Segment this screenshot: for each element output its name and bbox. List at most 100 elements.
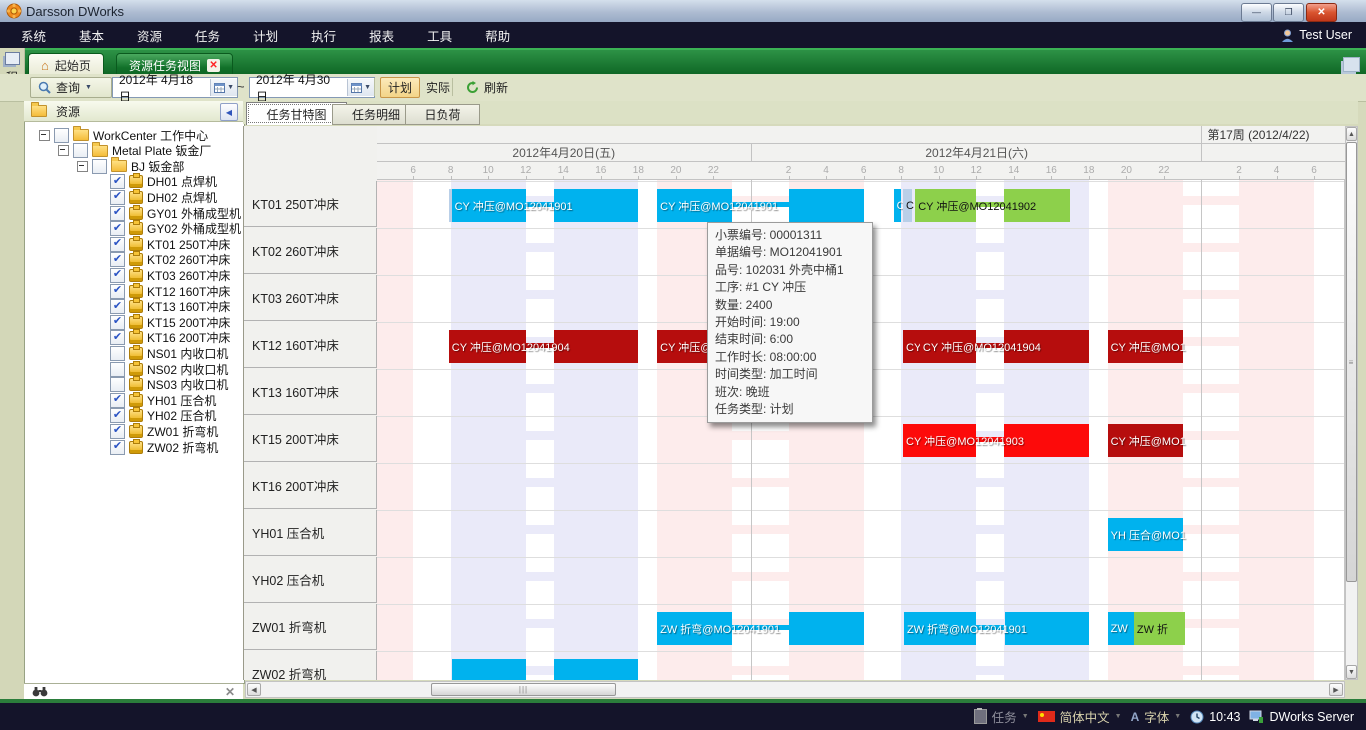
calendar-dropdown[interactable]: ▼	[347, 79, 374, 96]
task-bar[interactable]	[554, 330, 638, 363]
tree-item-YH01[interactable]: ✔YH01 压合机	[110, 392, 216, 408]
tree-item-GY02[interactable]: ✔GY02 外桶成型机	[110, 221, 241, 237]
status-font-dropdown[interactable]: A 字体 ▼	[1131, 707, 1182, 726]
refresh-button[interactable]: 刷新	[458, 77, 516, 98]
task-bar[interactable]	[554, 189, 638, 222]
tree-item-KT13[interactable]: ✔KT13 160T冲床	[110, 299, 230, 315]
vertical-scroll-thumb[interactable]: ≡	[1346, 142, 1357, 582]
tree-item-KT15[interactable]: ✔KT15 200T冲床	[110, 314, 230, 330]
tree-checkbox[interactable]: ✔	[110, 174, 125, 189]
tree-checkbox[interactable]	[92, 159, 107, 174]
task-bar[interactable]	[452, 189, 526, 222]
status-task-dropdown[interactable]: 任务 ▼	[974, 707, 1029, 726]
task-bar[interactable]	[657, 189, 732, 222]
tree-item-YH02[interactable]: ✔YH02 压合机	[110, 408, 216, 424]
task-bar[interactable]	[1108, 518, 1183, 551]
gantt-row-label[interactable]: KT01 250T冲床	[244, 181, 377, 227]
menu-item-任务[interactable]: 任务	[183, 26, 232, 45]
tree-checkbox[interactable]: ✔	[110, 284, 125, 299]
query-button[interactable]: 查询 ▼	[30, 77, 112, 98]
user-menu[interactable]: Test User	[1281, 22, 1352, 48]
clear-find-icon[interactable]: ✕	[225, 685, 235, 699]
expander-icon[interactable]	[58, 145, 69, 156]
tree-item-KT01[interactable]: ✔KT01 250T冲床	[110, 236, 230, 252]
collapse-panel-button[interactable]: ◀	[220, 103, 238, 121]
gantt-row-label[interactable]: KT03 260T冲床	[244, 275, 377, 321]
tree-checkbox[interactable]: ✔	[110, 252, 125, 267]
tree-checkbox[interactable]: ✔	[110, 268, 125, 283]
tree-checkbox[interactable]: ✔	[110, 440, 125, 455]
plan-toggle-button[interactable]: 计划	[380, 77, 420, 98]
tree-checkbox[interactable]	[110, 362, 125, 377]
tree-item-KT16[interactable]: ✔KT16 200T冲床	[110, 330, 230, 346]
horizontal-scroll-thumb[interactable]: |||	[431, 683, 616, 696]
tree-item-BJ[interactable]: BJ 钣金部	[77, 158, 184, 174]
task-bar[interactable]	[1004, 424, 1088, 457]
gantt-row-label[interactable]: KT16 200T冲床	[244, 463, 377, 509]
menu-item-资源[interactable]: 资源	[125, 26, 174, 45]
gantt-tab-日负荷[interactable]: 日负荷	[405, 104, 480, 125]
gantt-row-label[interactable]: KT12 160T冲床	[244, 322, 377, 368]
tree-checkbox[interactable]	[110, 377, 125, 392]
tree-item-KT02[interactable]: ✔KT02 260T冲床	[110, 252, 230, 268]
tree-item-NS03[interactable]: NS03 内收口机	[110, 377, 228, 393]
tree-item-DH02[interactable]: ✔DH02 点焊机	[110, 189, 217, 205]
gantt-row-label[interactable]: KT13 160T冲床	[244, 369, 377, 415]
tree-item-WorkCenter[interactable]: WorkCenter 工作中心	[39, 127, 208, 143]
tree-item-Metal[interactable]: Metal Plate 钣金厂	[58, 143, 211, 159]
task-bar[interactable]	[657, 612, 732, 645]
task-bar[interactable]	[1134, 612, 1185, 645]
expander-icon[interactable]	[77, 161, 88, 172]
binoculars-icon[interactable]	[32, 686, 48, 697]
tree-checkbox[interactable]: ✔	[110, 408, 125, 423]
tree-item-NS01[interactable]: NS01 内收口机	[110, 345, 228, 361]
task-bar[interactable]	[789, 612, 864, 645]
restore-button[interactable]: ❐	[1273, 3, 1304, 22]
task-bar[interactable]	[915, 189, 976, 222]
task-bar[interactable]	[904, 612, 976, 645]
date-from-field[interactable]: 2012年 4月18日 ▼	[112, 77, 238, 98]
task-bar[interactable]	[1004, 189, 1070, 222]
gantt-row-label[interactable]: ZW01 折弯机	[244, 604, 377, 650]
menu-item-帮助[interactable]: 帮助	[473, 26, 522, 45]
menu-item-基本[interactable]: 基本	[67, 26, 116, 45]
task-bar[interactable]	[1108, 330, 1183, 363]
tree-item-DH01[interactable]: ✔DH01 点焊机	[110, 174, 217, 190]
menu-item-报表[interactable]: 报表	[357, 26, 406, 45]
status-language-dropdown[interactable]: 简体中文 ▼	[1038, 707, 1122, 726]
minimize-button[interactable]: —	[1241, 3, 1272, 22]
gantt-row-label[interactable]: KT15 200T冲床	[244, 416, 377, 462]
tree-checkbox[interactable]: ✔	[110, 221, 125, 236]
tree-item-ZW01[interactable]: ✔ZW01 折弯机	[110, 423, 218, 439]
task-bar[interactable]	[1004, 330, 1088, 363]
tree-checkbox[interactable]: ✔	[110, 190, 125, 205]
tree-checkbox[interactable]: ✔	[110, 299, 125, 314]
scroll-right-icon[interactable]: ▶	[1329, 683, 1343, 696]
tree-checkbox[interactable]: ✔	[110, 393, 125, 408]
task-bar[interactable]	[789, 189, 864, 222]
tree-checkbox[interactable]	[73, 143, 88, 158]
tree-checkbox[interactable]: ✔	[110, 206, 125, 221]
gantt-row-label[interactable]: YH02 压合机	[244, 557, 377, 603]
tree-item-KT03[interactable]: ✔KT03 260T冲床	[110, 267, 230, 283]
scroll-up-icon[interactable]: ▲	[1346, 127, 1357, 141]
layout-panels-icon[interactable]	[1343, 57, 1360, 72]
date-to-field[interactable]: 2012年 4月30日 ▼	[249, 77, 375, 98]
tree-item-ZW02[interactable]: ✔ZW02 折弯机	[110, 439, 218, 455]
calendar-dropdown[interactable]: ▼	[210, 79, 237, 96]
tree-checkbox[interactable]: ✔	[110, 237, 125, 252]
task-bar[interactable]	[903, 424, 976, 457]
menu-item-执行[interactable]: 执行	[299, 26, 348, 45]
task-bar[interactable]	[449, 330, 526, 363]
scroll-left-icon[interactable]: ◀	[247, 683, 261, 696]
close-button[interactable]: ✕	[1306, 3, 1337, 22]
tree-checkbox[interactable]	[54, 128, 69, 143]
tree-checkbox[interactable]: ✔	[110, 315, 125, 330]
tree-item-GY01[interactable]: ✔GY01 外桶成型机	[110, 205, 241, 221]
gantt-row-label[interactable]: ZW02 折弯机	[244, 651, 377, 680]
tab-close-icon[interactable]: ✕	[207, 59, 220, 72]
task-bar[interactable]	[452, 659, 526, 680]
gantt-row-label[interactable]: KT02 260T冲床	[244, 228, 377, 274]
menu-item-系统[interactable]: 系统	[9, 26, 58, 45]
gantt-row-label[interactable]: YH01 压合机	[244, 510, 377, 556]
